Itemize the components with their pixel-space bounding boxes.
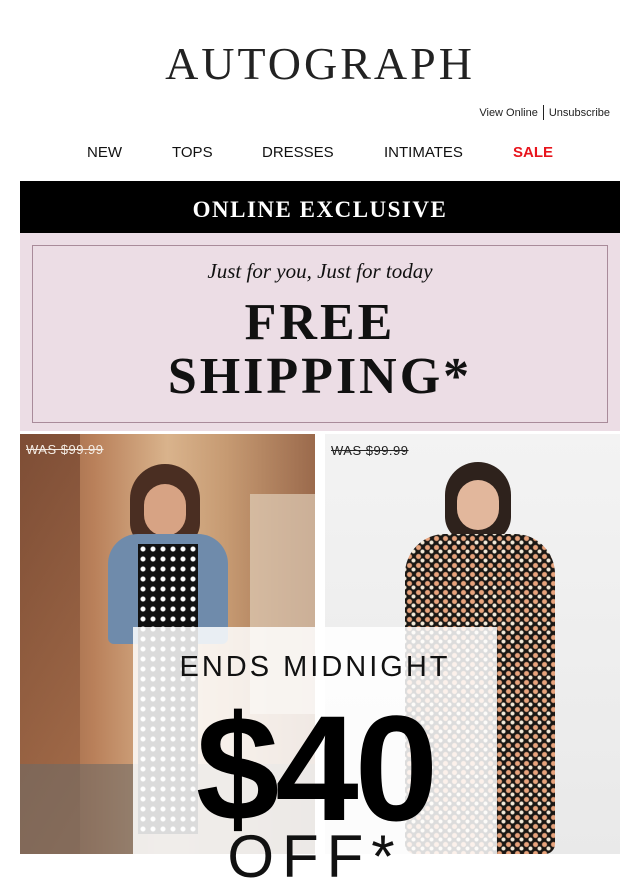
link-divider <box>542 105 544 120</box>
was-price-right: WAS $99.99 <box>331 443 409 458</box>
nav-item-intimates[interactable]: INTIMATES <box>384 144 463 161</box>
nav-item-sale[interactable]: SALE <box>513 144 553 161</box>
promo-headline-free: FREE <box>244 294 396 351</box>
nav-item-tops[interactable]: TOPS <box>172 144 213 161</box>
discount-overlay[interactable]: ENDS MIDNIGHT $40 OFF* <box>133 627 497 887</box>
online-exclusive-banner[interactable]: ONLINE EXCLUSIVE <box>20 181 620 233</box>
model-face <box>457 480 499 530</box>
brand-logo[interactable]: AUTOGRAPH <box>0 38 640 90</box>
nav-item-new[interactable]: NEW <box>87 144 122 161</box>
view-online-link[interactable]: View Online <box>479 107 538 119</box>
ends-midnight-text: ENDS MIDNIGHT <box>179 651 451 683</box>
unsubscribe-link[interactable]: Unsubscribe <box>549 107 610 119</box>
promo-tagline: Just for you, Just for today <box>207 259 433 283</box>
free-shipping-promo[interactable]: Just for you, Just for today FREE SHIPPI… <box>20 233 620 431</box>
main-nav: NEW TOPS DRESSES INTIMATES SALE <box>0 144 640 164</box>
promo-headline-shipping: SHIPPING* <box>167 348 473 405</box>
nav-item-dresses[interactable]: DRESSES <box>262 144 334 161</box>
model-face <box>144 484 186 536</box>
utility-links: View Online Unsubscribe <box>479 105 610 120</box>
discount-off-text: OFF* <box>227 823 403 890</box>
was-price-left: WAS $99.99 <box>26 442 104 457</box>
